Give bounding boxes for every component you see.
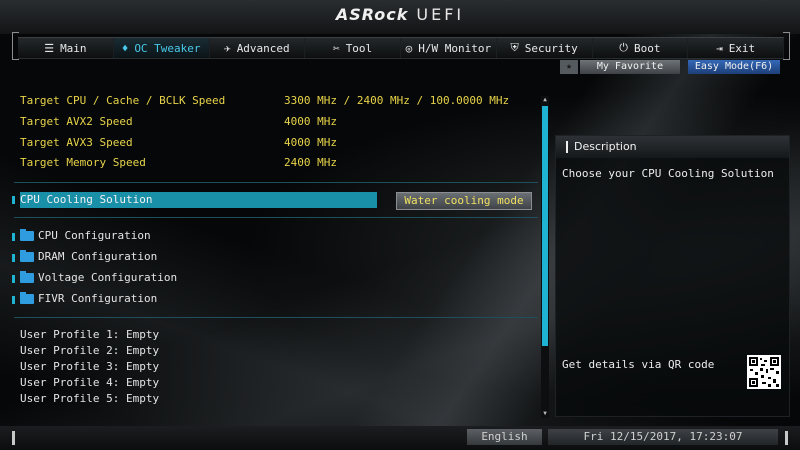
info-label: Target Memory Speed xyxy=(20,156,146,169)
tab-security[interactable]: ⛨ Security xyxy=(496,38,593,58)
exit-icon: ⇥ xyxy=(716,41,723,55)
description-text: Choose your CPU Cooling Solution xyxy=(562,167,774,180)
logo-product: UEFI xyxy=(416,5,465,24)
tab-label: Advanced xyxy=(236,41,290,55)
info-row-avx2: Target AVX2 Speed 4000 MHz xyxy=(20,115,337,128)
language-button[interactable]: English xyxy=(467,429,542,445)
status-corner-left xyxy=(12,431,15,445)
info-row-avx3: Target AVX3 Speed 4000 MHz xyxy=(20,136,337,149)
row-marker xyxy=(12,275,15,283)
tab-label: Boot xyxy=(633,41,661,55)
status-corner-right xyxy=(785,431,788,445)
folder-icon xyxy=(20,291,34,304)
tab-oc-tweaker[interactable]: ♦ OC Tweaker xyxy=(113,38,210,58)
cpu-cooling-solution-item[interactable]: CPU Cooling Solution xyxy=(20,192,377,208)
tab-label: Exit xyxy=(728,41,756,55)
submenu-fivr-configuration[interactable]: FIVR Configuration xyxy=(20,291,158,305)
info-value: 2400 MHz xyxy=(284,156,337,169)
tab-boot[interactable]: ⏻ Boot xyxy=(592,38,689,58)
user-profile-5[interactable]: User Profile 5: Empty xyxy=(20,392,159,405)
tab-label: H/W Monitor xyxy=(418,41,492,55)
scroll-up-icon[interactable]: ▲ xyxy=(541,96,549,103)
description-header: Description xyxy=(556,136,789,158)
tab-hw-monitor[interactable]: ◎ H/W Monitor xyxy=(401,38,497,58)
info-row-memory: Target Memory Speed 2400 MHz xyxy=(20,156,337,169)
tab-label: Tool xyxy=(345,41,373,55)
divider xyxy=(14,317,538,318)
nav-frame-left xyxy=(12,32,19,60)
description-panel: Description Choose your CPU Cooling Solu… xyxy=(555,135,790,417)
user-profile-2[interactable]: User Profile 2: Empty xyxy=(20,344,159,357)
info-value: 4000 MHz xyxy=(284,136,337,149)
tab-main[interactable]: ☰ Main xyxy=(18,38,114,58)
easy-mode-button[interactable]: Easy Mode(F6) xyxy=(688,60,780,74)
tool-icon: ✂ xyxy=(333,41,340,55)
row-marker xyxy=(12,296,15,304)
main-icon: ☰ xyxy=(44,41,55,55)
info-value: 3300 MHz / 2400 MHz / 100.0000 MHz xyxy=(284,94,510,107)
asrock-uefi-logo: ASRock UEFI xyxy=(0,5,800,24)
divider xyxy=(14,182,538,183)
row-marker xyxy=(12,196,15,204)
nav-frame-right xyxy=(783,32,790,60)
user-profile-1[interactable]: User Profile 1: Empty xyxy=(20,328,159,341)
qr-caption: Get details via QR code xyxy=(562,358,715,371)
user-profile-4[interactable]: User Profile 4: Empty xyxy=(20,376,159,389)
row-marker xyxy=(12,254,15,262)
power-icon: ⏻ xyxy=(619,41,628,54)
folder-icon xyxy=(20,270,34,283)
submenu-label: Voltage Configuration xyxy=(38,271,178,284)
tab-label: OC Tweaker xyxy=(134,41,201,55)
tab-advanced[interactable]: ✈ Advanced xyxy=(209,38,306,58)
cpu-cooling-value-select[interactable]: Water cooling mode xyxy=(396,192,532,210)
oc-tweaker-icon: ♦ xyxy=(121,41,129,55)
user-profile-3[interactable]: User Profile 3: Empty xyxy=(20,360,159,373)
submenu-label: CPU Configuration xyxy=(38,229,151,242)
monitor-icon: ◎ xyxy=(405,41,413,55)
folder-icon xyxy=(20,228,34,241)
header-marker xyxy=(566,141,568,153)
info-label: Target AVX3 Speed xyxy=(20,136,133,149)
tab-label: Main xyxy=(60,41,87,55)
divider xyxy=(14,217,538,218)
info-value: 4000 MHz xyxy=(284,115,337,128)
tab-exit[interactable]: ⇥ Exit xyxy=(688,38,784,58)
description-title: Description xyxy=(574,140,637,153)
scroll-thumb[interactable] xyxy=(542,106,548,346)
main-nav: ☰ Main ♦ OC Tweaker ✈ Advanced ✂ Tool ◎ H/W M… xyxy=(12,32,790,60)
scroll-down-icon[interactable]: ▼ xyxy=(541,410,549,417)
advanced-icon: ✈ xyxy=(224,41,231,55)
submenu-voltage-configuration[interactable]: Voltage Configuration xyxy=(20,270,178,284)
datetime-display: Fri 12/15/2017, 17:23:07 xyxy=(548,429,778,445)
folder-icon xyxy=(20,249,34,262)
row-marker xyxy=(12,233,15,241)
qr-code-icon xyxy=(747,355,781,389)
submenu-dram-configuration[interactable]: DRAM Configuration xyxy=(20,249,158,263)
info-label: Target AVX2 Speed xyxy=(20,115,133,128)
tab-label: Security xyxy=(524,41,578,55)
info-label: Target CPU / Cache / BCLK Speed xyxy=(20,94,226,107)
submenu-label: DRAM Configuration xyxy=(38,250,158,263)
security-icon: ⛨ xyxy=(510,41,519,54)
submenu-label: FIVR Configuration xyxy=(38,292,158,305)
my-favorite-button[interactable]: My Favorite xyxy=(580,60,680,74)
tab-tool[interactable]: ✂ Tool xyxy=(305,38,401,58)
logo-brand: ASRock xyxy=(335,5,409,24)
star-icon[interactable]: ★ xyxy=(560,60,578,74)
submenu-cpu-configuration[interactable]: CPU Configuration xyxy=(20,228,151,242)
info-row-cpu-speed: Target CPU / Cache / BCLK Speed 3300 MHz … xyxy=(20,94,509,107)
